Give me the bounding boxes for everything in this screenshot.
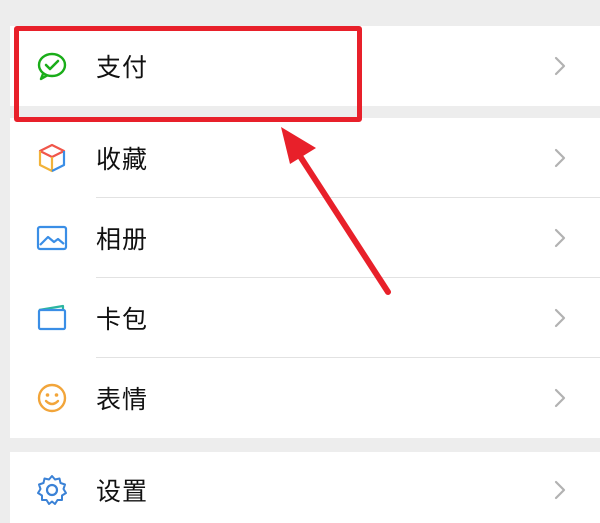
favorites-cube-icon (34, 140, 70, 176)
menu-item-label: 支付 (96, 53, 149, 82)
chevron-right-icon (554, 308, 566, 328)
chevron-right-icon (554, 56, 566, 76)
menu-item-cards[interactable]: 卡包 (0, 278, 600, 358)
menu-item-album[interactable]: 相册 (0, 198, 600, 278)
menu-item-settings[interactable]: 设置 (0, 452, 600, 523)
chevron-right-icon (554, 228, 566, 248)
top-spacer (0, 0, 600, 14)
chevron-right-icon (554, 480, 566, 500)
wechat-pay-icon (34, 48, 70, 84)
chevron-right-icon (554, 388, 566, 408)
sticker-smile-icon (34, 380, 70, 416)
wechat-me-menu-screen: 支付 收藏 相册 卡包 表情 设置 (0, 0, 600, 523)
menu-group-pay: 支付 (0, 26, 600, 106)
album-image-icon (34, 220, 70, 256)
menu-item-label: 表情 (96, 385, 149, 414)
menu-item-pay[interactable]: 支付 (0, 26, 600, 106)
menu-item-label: 设置 (96, 477, 149, 506)
menu-group-main: 收藏 相册 卡包 表情 (0, 118, 600, 438)
left-edge-gutter (0, 0, 10, 523)
menu-item-label: 相册 (96, 225, 149, 254)
chevron-right-icon (554, 148, 566, 168)
menu-item-stickers[interactable]: 表情 (0, 358, 600, 438)
settings-gear-icon (34, 472, 70, 508)
menu-item-favorites[interactable]: 收藏 (0, 118, 600, 198)
menu-group-settings: 设置 (0, 452, 600, 523)
menu-item-label: 收藏 (96, 145, 149, 174)
menu-item-label: 卡包 (96, 305, 149, 334)
card-wallet-icon (34, 300, 70, 336)
